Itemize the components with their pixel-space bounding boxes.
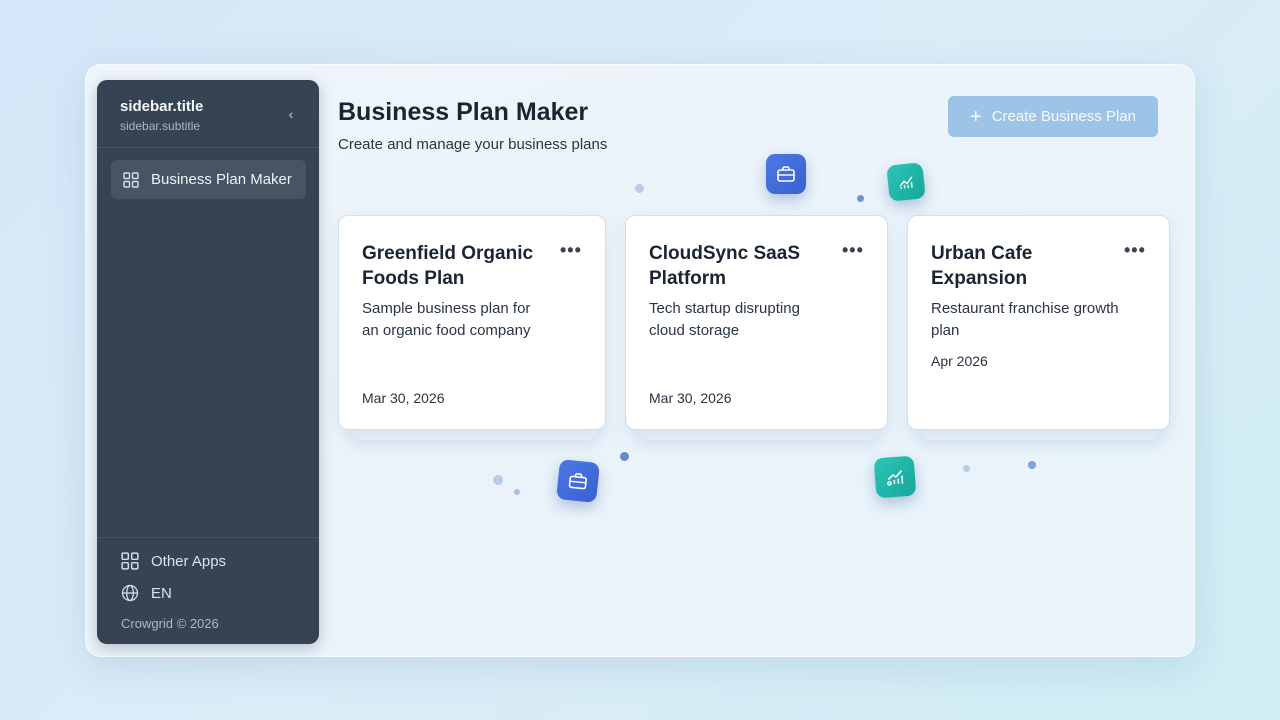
other-apps-label: Other Apps (151, 552, 227, 570)
plan-card[interactable]: CloudSync SaaS Platform ••• Tech startup… (625, 215, 888, 430)
sidebar-header: sidebar.title sidebar.subtitle ‹ (97, 80, 319, 148)
sidebar-title: sidebar.title (120, 98, 204, 115)
apps-grid-icon (121, 552, 139, 570)
more-options-icon[interactable]: ••• (842, 240, 864, 261)
plan-card-title: Urban Cafe Expansion (931, 243, 1033, 289)
plan-card-description: Tech startup disrupting cloud storage (649, 300, 800, 339)
plan-card-description: Restaurant franchise growth plan (931, 300, 1119, 339)
sidebar-item-business-plan-maker[interactable]: Business Plan Maker (111, 160, 306, 199)
chart-growth-icon (886, 162, 926, 202)
plan-card-date: Mar 30, 2026 (362, 390, 445, 406)
briefcase-icon (766, 154, 806, 194)
plan-card-description: Sample business plan for an organic food… (362, 300, 531, 339)
sidebar-subtitle: sidebar.subtitle (120, 119, 201, 133)
more-options-icon[interactable]: ••• (560, 240, 582, 261)
other-apps-link[interactable]: Other Apps (121, 552, 226, 570)
grid-icon (123, 171, 139, 188)
decorative-dot (514, 489, 520, 495)
decorative-dot (493, 475, 503, 485)
sidebar-footer: Other Apps EN Crowgrid © 2026 (97, 537, 319, 644)
chevron-left-icon: ‹ (288, 106, 294, 122)
more-options-icon[interactable]: ••• (1124, 240, 1146, 261)
plan-card-title: Greenfield Organic Foods Plan (362, 243, 534, 289)
copyright-text: Crowgrid © 2026 (121, 616, 219, 631)
sidebar-item-label: Business Plan Maker (151, 171, 292, 188)
plan-card-date: Apr 2026 (931, 353, 988, 369)
page-title: Business Plan Maker (338, 98, 589, 126)
decorative-dot (620, 452, 629, 461)
briefcase-icon (556, 459, 600, 503)
app-window: sidebar.title sidebar.subtitle ‹ Busines… (85, 64, 1195, 657)
create-business-plan-button[interactable]: + Create Business Plan (948, 96, 1158, 137)
plan-card[interactable]: Greenfield Organic Foods Plan ••• Sample… (338, 215, 606, 430)
plan-card[interactable]: Urban Cafe Expansion ••• Restaurant fran… (907, 215, 1170, 430)
decorative-dot (635, 184, 644, 193)
language-label: EN (151, 584, 172, 602)
collapse-sidebar-button[interactable]: ‹ (283, 104, 299, 124)
create-button-label: Create Business Plan (991, 108, 1136, 125)
plan-card-date: Mar 30, 2026 (649, 390, 732, 406)
decorative-dot (963, 465, 970, 472)
globe-icon (121, 584, 139, 602)
language-selector[interactable]: EN (121, 584, 172, 602)
chart-growth-icon (873, 455, 917, 499)
plus-icon: + (970, 105, 982, 128)
sidebar: sidebar.title sidebar.subtitle ‹ Busines… (97, 80, 319, 644)
page-subtitle: Create and manage your business plans (338, 136, 608, 153)
plan-card-title: CloudSync SaaS Platform (649, 243, 800, 289)
decorative-dot (857, 195, 864, 202)
decorative-dot (1028, 461, 1036, 469)
